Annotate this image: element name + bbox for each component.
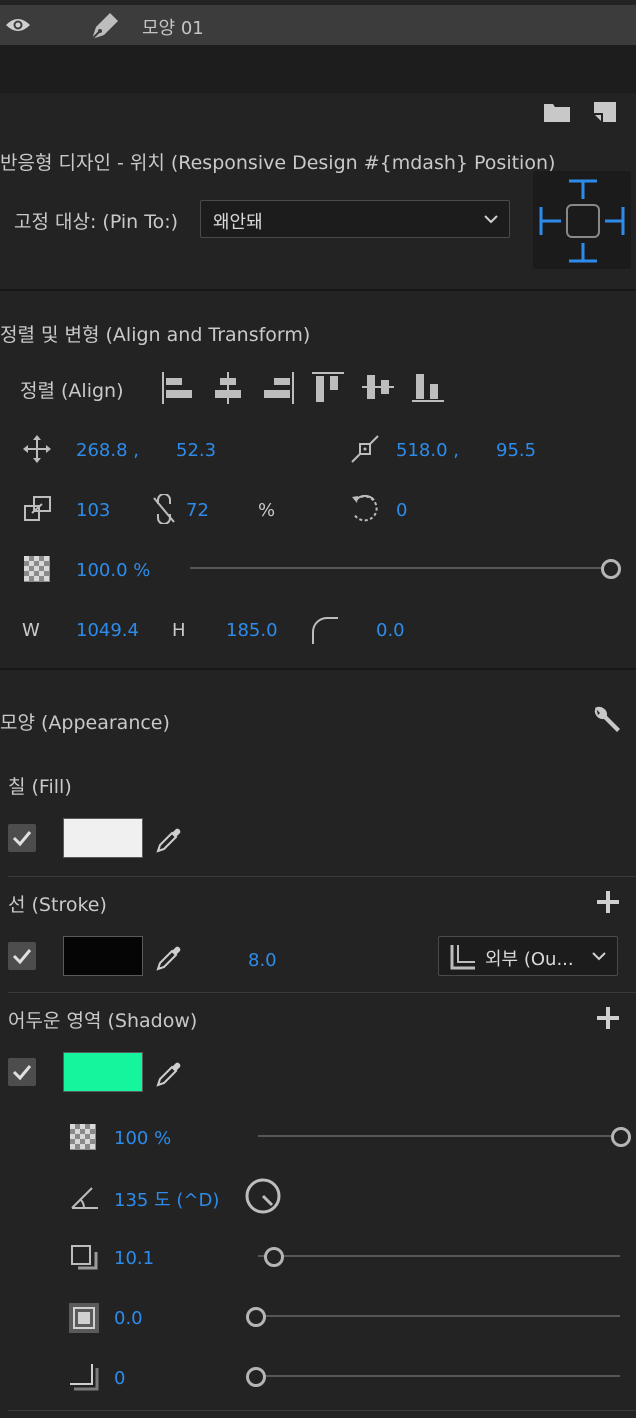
stroke-outer-icon: [449, 943, 477, 971]
scale-icon: [22, 494, 54, 524]
wrench-icon[interactable]: [590, 703, 622, 735]
angle-dial-icon[interactable]: [244, 1177, 282, 1215]
opacity-slider-track[interactable]: [190, 567, 610, 569]
shadow-title: 어두운 영역 (Shadow): [8, 1010, 198, 1032]
h-label: H: [172, 620, 186, 641]
pin-to-dropdown[interactable]: 왜안돼: [200, 200, 510, 238]
eye-icon[interactable]: [4, 15, 32, 35]
pin-to-label: 고정 대상: (Pin To:): [14, 211, 179, 233]
shadow-angle-value[interactable]: 135 도 (^D): [114, 1186, 219, 1212]
fill-color-swatch[interactable]: [63, 818, 143, 858]
shadow-size-icon: [68, 1302, 100, 1334]
pen-icon: [88, 9, 122, 43]
align-right-icon[interactable]: [262, 370, 296, 406]
fill-eyedropper-icon[interactable]: [154, 823, 186, 855]
add-stroke-icon[interactable]: [596, 890, 620, 914]
chevron-down-icon: [483, 213, 499, 225]
align-transform-title: 정렬 및 변형 (Align and Transform): [0, 324, 311, 346]
position-x[interactable]: 268.8 ,: [76, 440, 139, 461]
shadow-eyedropper-icon[interactable]: [154, 1057, 186, 1089]
height-value[interactable]: 185.0: [226, 620, 278, 641]
corner-radius-value[interactable]: 0.0: [376, 620, 405, 641]
move-icon: [22, 434, 52, 464]
shadow-size-knob[interactable]: [246, 1307, 266, 1327]
appearance-title: 모양 (Appearance): [0, 712, 170, 734]
pin-to-value: 왜안돼: [213, 212, 263, 233]
new-item-icon[interactable]: [592, 100, 618, 124]
angle-icon: [70, 1184, 100, 1210]
stroke-width-value[interactable]: 8.0: [248, 950, 277, 971]
shadow-distance-icon: [70, 1244, 100, 1274]
fill-checkbox[interactable]: [8, 824, 36, 852]
shadow-checkbox[interactable]: [8, 1058, 36, 1086]
shadow-opacity-knob[interactable]: [611, 1127, 631, 1147]
align-label: 정렬 (Align): [20, 380, 124, 402]
rotate-icon: [348, 492, 382, 526]
unlink-icon[interactable]: [150, 494, 178, 524]
opacity-slider-knob[interactable]: [601, 559, 621, 579]
layer-empty-area: [0, 45, 636, 93]
shadow-distance-track[interactable]: [258, 1255, 620, 1257]
scale-a[interactable]: 103: [76, 500, 110, 521]
w-label: W: [22, 620, 40, 641]
rotation-value[interactable]: 0: [396, 500, 407, 521]
shadow-blur-track[interactable]: [258, 1375, 620, 1377]
shadow-color-swatch[interactable]: [63, 1052, 143, 1092]
shadow-distance-knob[interactable]: [264, 1247, 284, 1267]
shadow-blur-icon: [68, 1362, 100, 1392]
layer-row[interactable]: 모양 01: [0, 5, 636, 45]
responsive-title: 반응형 디자인 - 위치 (Responsive Design #{mdash}…: [0, 152, 556, 174]
shadow-size-track[interactable]: [258, 1315, 620, 1317]
anchor-y[interactable]: 95.5: [496, 440, 536, 461]
folder-icon[interactable]: [542, 100, 572, 124]
width-value[interactable]: 1049.4: [76, 620, 139, 641]
layer-name: 모양 01: [142, 18, 204, 39]
shadow-size-value[interactable]: 0.0: [114, 1308, 143, 1329]
align-bottom-icon[interactable]: [410, 370, 446, 404]
align-middle-v-icon[interactable]: [360, 370, 396, 404]
corner-radius-icon: [310, 614, 340, 646]
shadow-opacity-value[interactable]: 100 %: [114, 1128, 171, 1149]
scale-b[interactable]: 72: [186, 500, 209, 521]
shadow-blur-value[interactable]: 0: [114, 1368, 125, 1389]
chevron-down-icon: [591, 950, 607, 962]
pin-diagram[interactable]: [533, 171, 631, 269]
position-y[interactable]: 52.3: [176, 440, 216, 461]
align-center-h-icon[interactable]: [212, 370, 244, 406]
fill-title: 칠 (Fill): [8, 776, 72, 798]
anchor-x[interactable]: 518.0 ,: [396, 440, 459, 461]
opacity-icon: [24, 556, 50, 582]
stroke-title: 선 (Stroke): [8, 894, 107, 916]
stroke-eyedropper-icon[interactable]: [154, 941, 186, 973]
shadow-opacity-icon: [70, 1124, 96, 1150]
stroke-position-dropdown[interactable]: 외부 (Ou...: [438, 936, 618, 976]
shadow-opacity-track[interactable]: [258, 1135, 620, 1137]
align-left-icon[interactable]: [160, 370, 194, 406]
stroke-position-value: 외부 (Ou...: [485, 949, 574, 970]
opacity-value[interactable]: 100.0 %: [76, 560, 150, 581]
anchor-point-icon: [350, 434, 380, 464]
align-top-icon[interactable]: [310, 370, 346, 404]
scale-unit: %: [258, 500, 276, 521]
stroke-color-swatch[interactable]: [63, 936, 143, 976]
stroke-checkbox[interactable]: [8, 942, 36, 970]
shadow-blur-knob[interactable]: [246, 1367, 266, 1387]
shadow-distance-value[interactable]: 10.1: [114, 1248, 154, 1269]
add-shadow-icon[interactable]: [596, 1006, 620, 1030]
